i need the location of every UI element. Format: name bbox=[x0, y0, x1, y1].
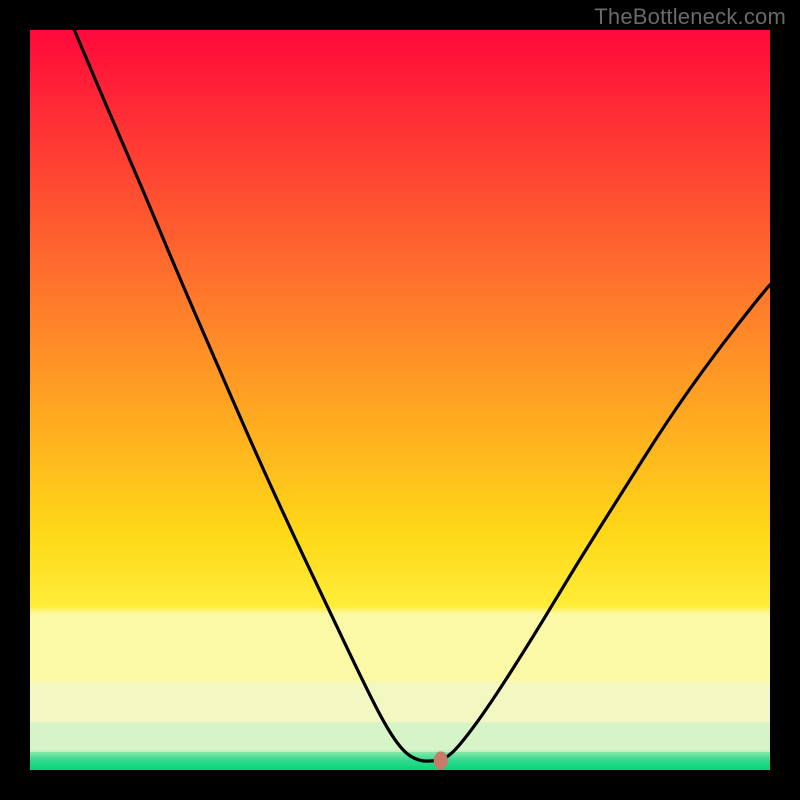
bottleneck-curve bbox=[74, 30, 770, 761]
watermark-label: TheBottleneck.com bbox=[594, 4, 786, 30]
chart-frame: TheBottleneck.com bbox=[0, 0, 800, 800]
curve-layer bbox=[30, 30, 770, 770]
optimum-marker bbox=[434, 751, 448, 769]
plot-area bbox=[30, 30, 770, 770]
